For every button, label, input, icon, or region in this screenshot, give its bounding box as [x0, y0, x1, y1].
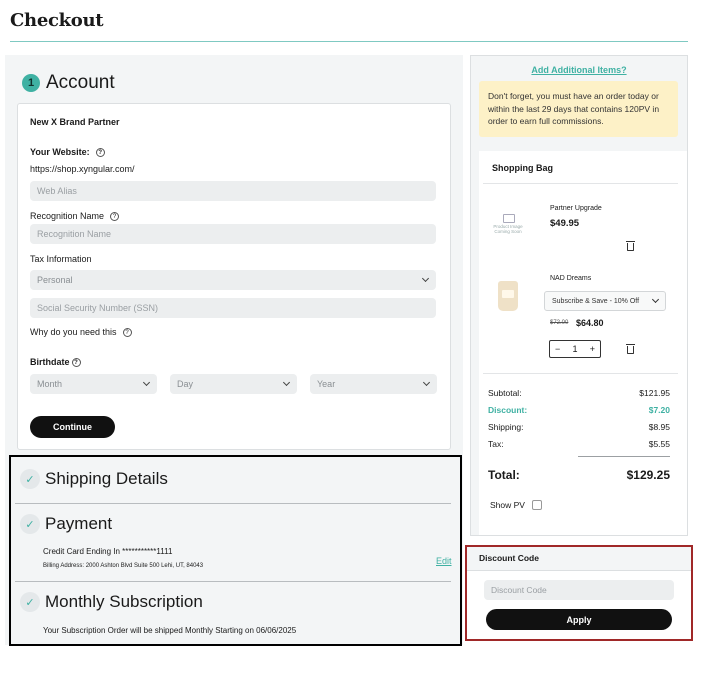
help-icon[interactable]: ?: [71, 358, 81, 368]
recognition-label-text: Recognition Name: [30, 211, 105, 221]
subscription-start-text: Your Subscription Order will be shipped …: [43, 626, 297, 635]
check-icon: ✓: [20, 592, 40, 612]
why-need-this[interactable]: Why do you need this?: [30, 327, 132, 338]
recognition-name-input[interactable]: Recognition Name: [30, 224, 436, 244]
show-pv-label: Show PV: [490, 500, 525, 510]
birthdate-label-text: Birthdate: [30, 357, 70, 367]
subtotal-value: $121.95: [639, 388, 670, 398]
discount-code-title: Discount Code: [467, 547, 691, 571]
total-value: $129.25: [626, 468, 670, 482]
tax-info-label: Tax Information: [30, 254, 92, 264]
trash-icon[interactable]: [626, 344, 635, 354]
step-number-badge: 1: [22, 74, 40, 92]
birth-year-select[interactable]: Year: [310, 374, 437, 394]
bag-divider: [483, 373, 678, 374]
item-name: Partner Upgrade: [550, 205, 602, 212]
commission-notice: Don't forget, you must have an order tod…: [479, 81, 678, 137]
ssn-input[interactable]: Social Security Number (SSN): [30, 298, 436, 318]
show-pv-toggle[interactable]: Show PV: [490, 500, 542, 510]
partner-type-label: New X Brand Partner: [30, 117, 120, 127]
billing-address: Billing Address: 2000 Ashton Blvd Suite …: [43, 563, 204, 569]
payment-title: Payment: [45, 514, 113, 533]
tax-label: Tax:: [488, 439, 504, 449]
help-icon[interactable]: ?: [110, 212, 120, 222]
item-price: $49.95: [550, 218, 580, 229]
check-icon: ✓: [20, 469, 40, 489]
birth-day-select[interactable]: Day: [170, 374, 297, 394]
show-pv-checkbox[interactable]: [531, 500, 542, 510]
item-price: $64.80: [576, 318, 604, 328]
section-divider: [15, 581, 451, 582]
shipping-row: Shipping: $8.95: [488, 422, 670, 432]
item-old-price: $72.00: [550, 320, 569, 326]
add-items-link[interactable]: Add Additional Items?: [470, 65, 688, 75]
account-header: 1 Account: [22, 72, 115, 94]
website-label: Your Website:?: [30, 147, 105, 158]
total-row: Total: $129.25: [488, 468, 670, 482]
payment-header[interactable]: ✓ Payment: [20, 514, 112, 534]
subtotal-row: Subtotal: $121.95: [488, 388, 670, 398]
monthly-subscription-header[interactable]: ✓ Monthly Subscription: [20, 592, 203, 612]
apply-button[interactable]: Apply: [486, 609, 672, 630]
tax-value: $5.55: [648, 439, 670, 449]
discount-row: Discount: $7.20: [488, 405, 670, 415]
shopping-bag-title: Shopping Bag: [492, 163, 553, 173]
check-icon: ✓: [20, 514, 40, 534]
discount-label: Discount:: [488, 405, 528, 415]
continue-button[interactable]: Continue: [30, 416, 115, 438]
birthdate-label: Birthdate?: [30, 357, 81, 368]
quantity-stepper: − 1 +: [549, 340, 601, 358]
trash-icon[interactable]: [626, 241, 635, 251]
total-label: Total:: [488, 468, 520, 482]
title-divider: [10, 41, 688, 42]
help-icon[interactable]: ?: [95, 148, 105, 158]
page-title: Checkout: [10, 10, 104, 31]
bag-divider: [483, 183, 678, 184]
shipping-label: Shipping:: [488, 422, 524, 432]
minus-icon[interactable]: −: [555, 344, 560, 354]
item-name: NAD Dreams: [550, 275, 592, 282]
product-image-placeholder: Product Image Coming Soon: [492, 210, 524, 240]
help-icon[interactable]: ?: [122, 328, 132, 338]
why-need-this-text: Why do you need this: [30, 327, 117, 337]
website-prefix: https://shop.xyngular.com/: [30, 164, 135, 174]
birth-month-select[interactable]: Month: [30, 374, 157, 394]
monthly-subscription-title: Monthly Subscription: [45, 592, 203, 611]
shipping-details-title: Shipping Details: [45, 469, 168, 488]
discount-code-input[interactable]: Discount Code: [484, 580, 674, 600]
subscription-option-select[interactable]: Subscribe & Save - 10% Off: [544, 291, 666, 311]
shipping-value: $8.95: [648, 422, 670, 432]
website-label-text: Your Website:: [30, 147, 90, 157]
shipping-details-header[interactable]: ✓ Shipping Details: [20, 469, 168, 489]
edit-payment-link[interactable]: Edit: [436, 556, 452, 566]
quantity-value[interactable]: 1: [572, 344, 577, 354]
plus-icon[interactable]: +: [590, 344, 595, 354]
subtotal-label: Subtotal:: [488, 388, 522, 398]
discount-value: $7.20: [648, 405, 670, 415]
section-divider: [15, 503, 451, 504]
tax-type-select[interactable]: Personal: [30, 270, 436, 290]
nad-dreams-image: [498, 281, 518, 311]
total-divider: [578, 456, 670, 457]
card-summary: Credit Card Ending In ***********1111: [43, 547, 173, 556]
web-alias-input[interactable]: Web Alias: [30, 181, 436, 201]
account-title: Account: [46, 72, 115, 93]
recognition-label: Recognition Name?: [30, 211, 120, 222]
tax-row: Tax: $5.55: [488, 439, 670, 449]
